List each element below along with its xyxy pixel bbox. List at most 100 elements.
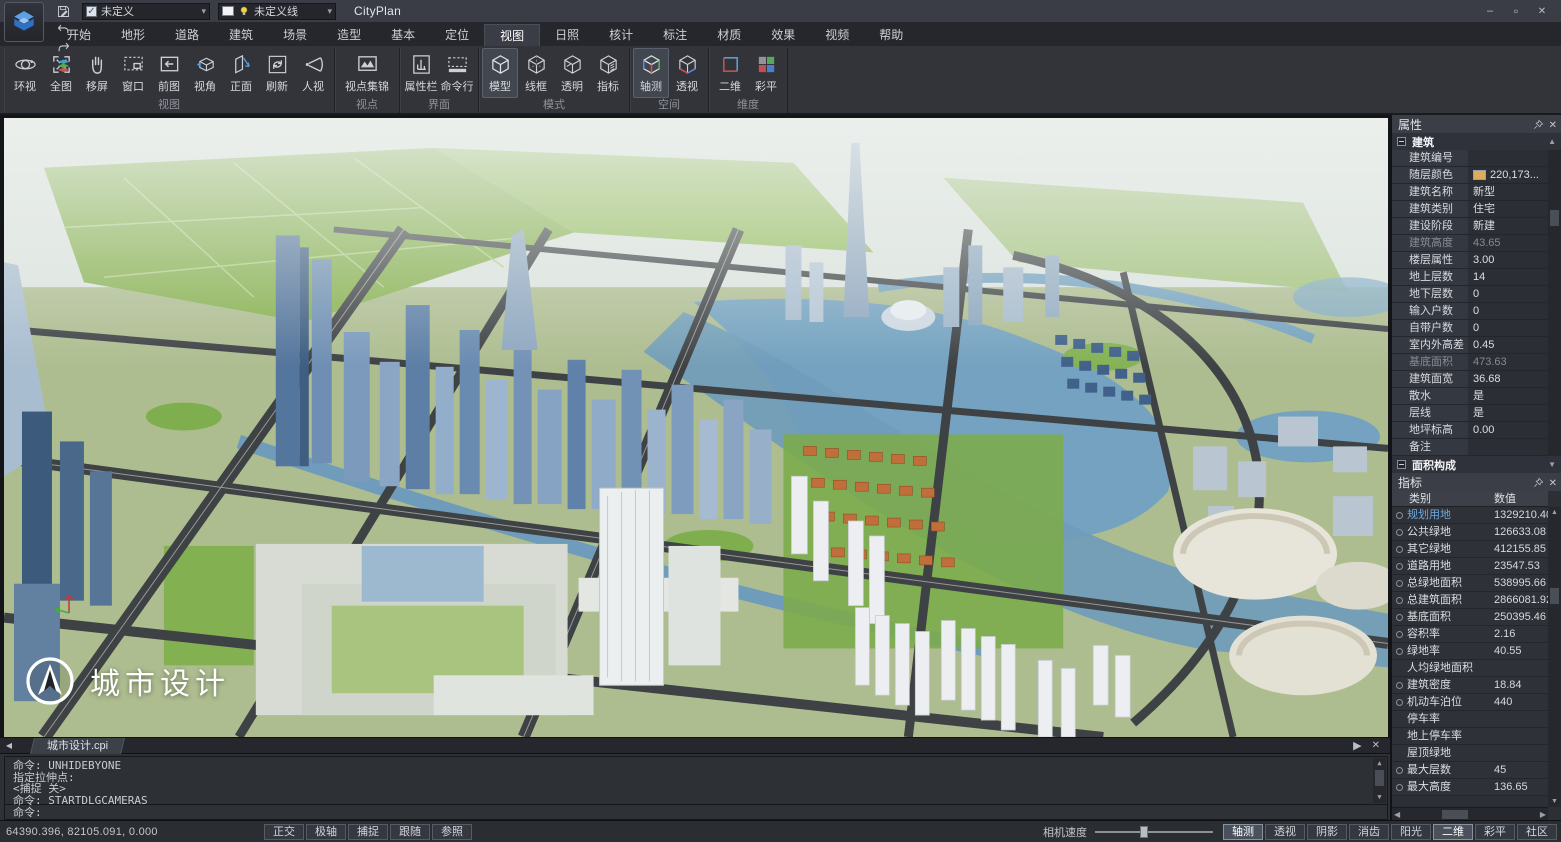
property-row[interactable]: 层线 是: [1392, 405, 1548, 422]
property-row[interactable]: 楼层属性 3.00: [1392, 252, 1548, 269]
indicator-row[interactable]: 规划用地 1329210.40: [1392, 507, 1548, 524]
status-mode-button[interactable]: 透视: [1265, 824, 1305, 840]
pin-icon[interactable]: [1533, 119, 1544, 130]
property-row[interactable]: 基底面积 473.63: [1392, 354, 1548, 371]
ribbon-button[interactable]: 视角: [187, 48, 223, 98]
ribbon-button[interactable]: 透明: [554, 48, 590, 98]
ribbon-button[interactable]: 前图: [151, 48, 187, 98]
property-value[interactable]: 220,173...: [1468, 167, 1548, 183]
command-history[interactable]: ▲ ▼ 命令: UNHIDEBYONE 指定拉伸点: <捕捉 关> 命令: ST…: [4, 756, 1388, 805]
quick-access-button[interactable]: [53, 56, 73, 74]
command-scrollbar[interactable]: ▲ ▼: [1373, 758, 1386, 803]
color-swatch[interactable]: [1473, 170, 1486, 180]
indicators-hscrollbar[interactable]: ◀ ▶: [1392, 807, 1548, 820]
property-value[interactable]: [1468, 150, 1548, 166]
indicator-row[interactable]: 其它绿地 412155.85: [1392, 541, 1548, 558]
status-mode-button[interactable]: 阳光: [1391, 824, 1431, 840]
status-mode-button[interactable]: 二维: [1433, 824, 1473, 840]
scroll-left-icon[interactable]: ◀: [1394, 810, 1400, 819]
property-value[interactable]: 473.63: [1468, 354, 1548, 370]
status-toggle-button[interactable]: 跟随: [390, 824, 430, 840]
ribbon-tab[interactable]: 场景: [268, 24, 322, 46]
scroll-right-icon[interactable]: ▶: [1540, 810, 1546, 819]
scrollbar-thumb[interactable]: [1550, 588, 1559, 604]
scrollbar-thumb[interactable]: [1550, 210, 1559, 226]
property-value[interactable]: 0: [1468, 320, 1548, 336]
scroll-up-icon[interactable]: ▲: [1548, 137, 1556, 146]
style-dropdown[interactable]: ✓ 未定义: [82, 3, 210, 20]
property-row[interactable]: 室内外高差 0.45: [1392, 337, 1548, 354]
section-header-building[interactable]: 建筑 ▲: [1392, 133, 1561, 150]
3d-viewport[interactable]: 城市设计: [4, 118, 1388, 737]
property-row[interactable]: 地下层数 0: [1392, 286, 1548, 303]
ribbon-button[interactable]: 属性栏: [403, 48, 439, 98]
status-mode-button[interactable]: 阴影: [1307, 824, 1347, 840]
chevron-down-icon[interactable]: [327, 5, 332, 17]
property-value[interactable]: 14: [1468, 269, 1548, 285]
property-row[interactable]: 地坪标高 0.00: [1392, 422, 1548, 439]
ribbon-button[interactable]: 人视: [295, 48, 331, 98]
indicator-row[interactable]: 绿地率 40.55: [1392, 643, 1548, 660]
property-row[interactable]: 输入户数 0: [1392, 303, 1548, 320]
property-value[interactable]: 36.68: [1468, 371, 1548, 387]
ribbon-button[interactable]: 正面: [223, 48, 259, 98]
property-value[interactable]: 0: [1468, 303, 1548, 319]
property-value[interactable]: 0.00: [1468, 422, 1548, 438]
quick-access-button[interactable]: [53, 2, 73, 20]
maximize-button[interactable]: [1505, 3, 1527, 19]
collapse-icon[interactable]: [1397, 460, 1406, 469]
indicator-row[interactable]: 总建筑面积 2866081.92: [1392, 592, 1548, 609]
panel-close-icon[interactable]: [1549, 475, 1557, 489]
property-value[interactable]: 43.65: [1468, 235, 1548, 251]
property-row[interactable]: 建筑面宽 36.68: [1392, 371, 1548, 388]
ribbon-button[interactable]: 移屏: [79, 48, 115, 98]
quick-access-button[interactable]: [53, 20, 73, 38]
quick-access-button[interactable]: [53, 38, 73, 56]
ribbon-tab[interactable]: 帮助: [864, 24, 918, 46]
ribbon-button[interactable]: 透视: [669, 48, 705, 98]
panel-close-icon[interactable]: [1549, 117, 1557, 131]
ribbon-tab[interactable]: 材质: [702, 24, 756, 46]
ribbon-button[interactable]: 模型: [482, 48, 518, 98]
ribbon-button[interactable]: 彩平: [748, 48, 784, 98]
scroll-down-icon[interactable]: ▼: [1548, 460, 1556, 469]
checkbox-checked-icon[interactable]: ✓: [86, 6, 97, 17]
property-row[interactable]: 散水 是: [1392, 388, 1548, 405]
property-row[interactable]: 备注: [1392, 439, 1548, 456]
ribbon-button[interactable]: 指标: [590, 48, 626, 98]
property-row[interactable]: 建筑类别 住宅: [1392, 201, 1548, 218]
camera-speed-slider[interactable]: [1095, 825, 1213, 839]
property-row[interactable]: 建筑名称 新型: [1392, 184, 1548, 201]
ribbon-button[interactable]: 线框: [518, 48, 554, 98]
indicator-row[interactable]: 总绿地面积 538995.66: [1392, 575, 1548, 592]
scrollbar-thumb[interactable]: [1375, 770, 1384, 786]
indicator-row[interactable]: 人均绿地面积: [1392, 660, 1548, 677]
slider-track[interactable]: [1095, 831, 1213, 833]
ribbon-button[interactable]: 刷新: [259, 48, 295, 98]
status-toggle-button[interactable]: 捕捉: [348, 824, 388, 840]
ribbon-button[interactable]: 命令行: [439, 48, 475, 98]
status-toggle-button[interactable]: 正交: [264, 824, 304, 840]
indicator-row[interactable]: 机动车泊位 440: [1392, 694, 1548, 711]
ribbon-button[interactable]: 轴测: [633, 48, 669, 98]
document-tab[interactable]: 城市设计.cpi: [30, 738, 125, 754]
property-row[interactable]: 随层颜色 220,173...: [1392, 167, 1548, 184]
property-row[interactable]: 建筑编号: [1392, 150, 1548, 167]
ribbon-tab[interactable]: 核计: [594, 24, 648, 46]
command-prompt-input[interactable]: 命令:: [4, 805, 1388, 820]
indicator-row[interactable]: 地上停车率: [1392, 728, 1548, 745]
indicator-row[interactable]: 容积率 2.16: [1392, 626, 1548, 643]
indicator-row[interactable]: 屋顶绿地: [1392, 745, 1548, 762]
ribbon-tab[interactable]: 建筑: [214, 24, 268, 46]
section-header-area[interactable]: 面积构成 ▼: [1392, 456, 1561, 473]
ribbon-tab[interactable]: 视频: [810, 24, 864, 46]
slider-thumb[interactable]: [1140, 826, 1148, 838]
tab-scroll-right-icon[interactable]: [1353, 739, 1361, 752]
property-value[interactable]: 3.00: [1468, 252, 1548, 268]
property-row[interactable]: 自带户数 0: [1392, 320, 1548, 337]
chevron-down-icon[interactable]: [201, 5, 206, 17]
ribbon-tab[interactable]: 定位: [430, 24, 484, 46]
ribbon-tab[interactable]: 标注: [648, 24, 702, 46]
ribbon-tab[interactable]: 道路: [160, 24, 214, 46]
ribbon-tab[interactable]: 视图: [484, 24, 540, 46]
